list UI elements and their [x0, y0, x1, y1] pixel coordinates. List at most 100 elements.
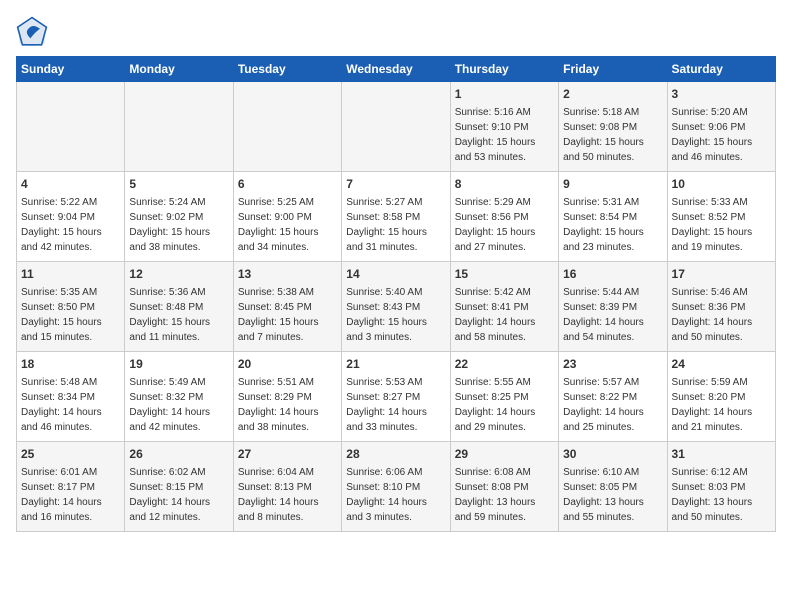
- day-number: 22: [455, 356, 554, 373]
- day-sunset: Sunset: 8:15 PM: [129, 482, 203, 493]
- weekday-header-saturday: Saturday: [667, 57, 775, 82]
- day-sunrise: Sunrise: 5:53 AM: [346, 377, 422, 388]
- day-sunrise: Sunrise: 5:27 AM: [346, 197, 422, 208]
- day-number: 16: [563, 266, 662, 283]
- day-number: 21: [346, 356, 445, 373]
- day-sunset: Sunset: 8:52 PM: [672, 212, 746, 223]
- weekday-header-friday: Friday: [559, 57, 667, 82]
- day-daylight: Daylight: 14 hours and 3 minutes.: [346, 497, 427, 523]
- day-sunrise: Sunrise: 5:44 AM: [563, 287, 639, 298]
- day-sunset: Sunset: 8:03 PM: [672, 482, 746, 493]
- calendar-week-3: 11Sunrise: 5:35 AMSunset: 8:50 PMDayligh…: [17, 262, 776, 352]
- day-number: 30: [563, 446, 662, 463]
- day-sunrise: Sunrise: 5:35 AM: [21, 287, 97, 298]
- day-sunset: Sunset: 8:05 PM: [563, 482, 637, 493]
- day-sunset: Sunset: 8:08 PM: [455, 482, 529, 493]
- day-sunrise: Sunrise: 5:51 AM: [238, 377, 314, 388]
- day-sunrise: Sunrise: 5:40 AM: [346, 287, 422, 298]
- calendar-cell: 19Sunrise: 5:49 AMSunset: 8:32 PMDayligh…: [125, 352, 233, 442]
- day-daylight: Daylight: 14 hours and 8 minutes.: [238, 497, 319, 523]
- day-daylight: Daylight: 15 hours and 31 minutes.: [346, 227, 427, 253]
- day-daylight: Daylight: 14 hours and 54 minutes.: [563, 317, 644, 343]
- calendar-cell: 21Sunrise: 5:53 AMSunset: 8:27 PMDayligh…: [342, 352, 450, 442]
- day-sunset: Sunset: 8:56 PM: [455, 212, 529, 223]
- calendar-cell: 22Sunrise: 5:55 AMSunset: 8:25 PMDayligh…: [450, 352, 558, 442]
- day-sunset: Sunset: 9:02 PM: [129, 212, 203, 223]
- day-sunrise: Sunrise: 6:01 AM: [21, 467, 97, 478]
- day-sunset: Sunset: 8:43 PM: [346, 302, 420, 313]
- calendar-cell: 3Sunrise: 5:20 AMSunset: 9:06 PMDaylight…: [667, 82, 775, 172]
- calendar-cell: 26Sunrise: 6:02 AMSunset: 8:15 PMDayligh…: [125, 442, 233, 532]
- logo: [16, 16, 52, 48]
- day-number: 14: [346, 266, 445, 283]
- day-daylight: Daylight: 14 hours and 29 minutes.: [455, 407, 536, 433]
- day-sunset: Sunset: 8:13 PM: [238, 482, 312, 493]
- day-sunset: Sunset: 9:06 PM: [672, 122, 746, 133]
- calendar-week-1: 1Sunrise: 5:16 AMSunset: 9:10 PMDaylight…: [17, 82, 776, 172]
- day-sunrise: Sunrise: 5:57 AM: [563, 377, 639, 388]
- day-number: 2: [563, 86, 662, 103]
- calendar-cell: 10Sunrise: 5:33 AMSunset: 8:52 PMDayligh…: [667, 172, 775, 262]
- weekday-header-sunday: Sunday: [17, 57, 125, 82]
- day-sunrise: Sunrise: 5:38 AM: [238, 287, 314, 298]
- calendar-cell: 12Sunrise: 5:36 AMSunset: 8:48 PMDayligh…: [125, 262, 233, 352]
- calendar-cell: 18Sunrise: 5:48 AMSunset: 8:34 PMDayligh…: [17, 352, 125, 442]
- day-daylight: Daylight: 15 hours and 38 minutes.: [129, 227, 210, 253]
- calendar-cell: 6Sunrise: 5:25 AMSunset: 9:00 PMDaylight…: [233, 172, 341, 262]
- day-sunrise: Sunrise: 6:12 AM: [672, 467, 748, 478]
- day-number: 28: [346, 446, 445, 463]
- day-sunrise: Sunrise: 5:18 AM: [563, 107, 639, 118]
- day-sunrise: Sunrise: 5:24 AM: [129, 197, 205, 208]
- calendar-cell: 27 Sunrise: 6:04 AM Sunset: 8:13 PM Dayligh…: [233, 442, 341, 532]
- day-sunset: Sunset: 8:45 PM: [238, 302, 312, 313]
- day-sunset: Sunset: 8:22 PM: [563, 392, 637, 403]
- day-sunset: Sunset: 8:20 PM: [672, 392, 746, 403]
- day-number: 31: [672, 446, 771, 463]
- day-number: 27: [238, 446, 337, 463]
- day-sunrise: Sunrise: 5:29 AM: [455, 197, 531, 208]
- calendar-week-2: 4Sunrise: 5:22 AMSunset: 9:04 PMDaylight…: [17, 172, 776, 262]
- day-sunrise: Sunrise: 6:08 AM: [455, 467, 531, 478]
- day-daylight: Daylight: 15 hours and 46 minutes.: [672, 137, 753, 163]
- day-daylight: Daylight: 14 hours and 12 minutes.: [129, 497, 210, 523]
- day-daylight: Daylight: 13 hours and 50 minutes.: [672, 497, 753, 523]
- day-sunrise: Sunrise: 5:31 AM: [563, 197, 639, 208]
- calendar-cell: 30Sunrise: 6:10 AMSunset: 8:05 PMDayligh…: [559, 442, 667, 532]
- day-sunset: Sunset: 8:58 PM: [346, 212, 420, 223]
- calendar-cell: 25Sunrise: 6:01 AMSunset: 8:17 PMDayligh…: [17, 442, 125, 532]
- day-daylight: Daylight: 15 hours and 53 minutes.: [455, 137, 536, 163]
- day-number: 13: [238, 266, 337, 283]
- day-sunrise: Sunrise: 5:46 AM: [672, 287, 748, 298]
- day-sunset: Sunset: 8:34 PM: [21, 392, 95, 403]
- weekday-header-monday: Monday: [125, 57, 233, 82]
- day-sunset: Sunset: 8:32 PM: [129, 392, 203, 403]
- calendar-cell: [342, 82, 450, 172]
- calendar-cell: 4Sunrise: 5:22 AMSunset: 9:04 PMDaylight…: [17, 172, 125, 262]
- calendar-cell: 8Sunrise: 5:29 AMSunset: 8:56 PMDaylight…: [450, 172, 558, 262]
- day-daylight: Daylight: 14 hours and 46 minutes.: [21, 407, 102, 433]
- day-sunset: Sunset: 8:50 PM: [21, 302, 95, 313]
- day-number: 7: [346, 176, 445, 193]
- day-sunrise: Sunrise: 6:04 AM: [238, 467, 314, 478]
- calendar-cell: 2 Sunrise: 5:18 AM Sunset: 9:08 PM Daylight…: [559, 82, 667, 172]
- calendar-cell: [125, 82, 233, 172]
- day-number: 12: [129, 266, 228, 283]
- day-daylight: Daylight: 15 hours and 50 minutes.: [563, 137, 644, 163]
- day-daylight: Daylight: 13 hours and 55 minutes.: [563, 497, 644, 523]
- logo-icon: [16, 16, 48, 48]
- day-sunset: Sunset: 9:08 PM: [563, 122, 637, 133]
- day-number: 5: [129, 176, 228, 193]
- day-number: 24: [672, 356, 771, 373]
- day-number: 3: [672, 86, 771, 103]
- day-daylight: Daylight: 15 hours and 15 minutes.: [21, 317, 102, 343]
- calendar-cell: 17Sunrise: 5:46 AMSunset: 8:36 PMDayligh…: [667, 262, 775, 352]
- day-daylight: Daylight: 14 hours and 42 minutes.: [129, 407, 210, 433]
- day-sunset: Sunset: 8:39 PM: [563, 302, 637, 313]
- day-sunset: Sunset: 8:25 PM: [455, 392, 529, 403]
- day-daylight: Daylight: 14 hours and 16 minutes.: [21, 497, 102, 523]
- calendar-cell: 11Sunrise: 5:35 AMSunset: 8:50 PMDayligh…: [17, 262, 125, 352]
- calendar-cell: 14Sunrise: 5:40 AMSunset: 8:43 PMDayligh…: [342, 262, 450, 352]
- day-daylight: Daylight: 14 hours and 25 minutes.: [563, 407, 644, 433]
- day-number: 17: [672, 266, 771, 283]
- calendar-cell: 5 Sunrise: 5:24 AM Sunset: 9:02 PM Daylight…: [125, 172, 233, 262]
